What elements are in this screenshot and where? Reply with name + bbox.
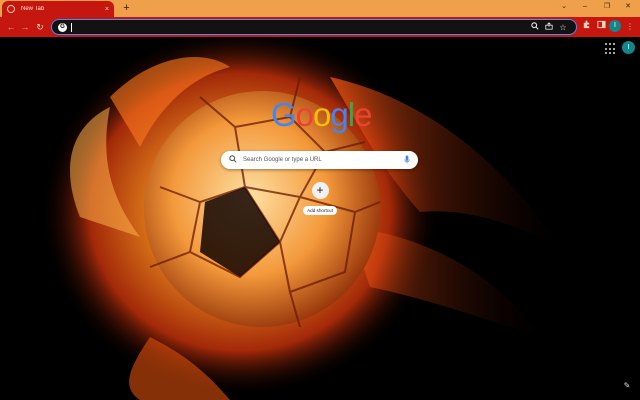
logo-letter: G	[271, 96, 297, 133]
new-tab-button[interactable]: +	[120, 2, 133, 15]
close-window-button[interactable]: ✕	[618, 0, 638, 14]
back-button[interactable]: ←	[4, 20, 18, 34]
search-icon	[229, 155, 237, 165]
tab-close-icon[interactable]: ×	[105, 6, 109, 13]
chrome-icon	[7, 5, 15, 13]
toolbar: ← → ↻ G ☆ I ⋮	[0, 17, 640, 37]
side-panel-icon[interactable]	[594, 20, 608, 34]
profile-avatar[interactable]: I	[609, 20, 621, 32]
account-avatar[interactable]: I	[622, 41, 635, 54]
address-bar[interactable]: G ☆	[51, 19, 577, 35]
address-input[interactable]	[72, 23, 528, 31]
zoom-icon[interactable]	[528, 22, 542, 32]
reload-button[interactable]: ↻	[33, 20, 47, 34]
minimize-button[interactable]: –	[575, 0, 595, 14]
google-g-icon: G	[58, 22, 67, 32]
new-tab-page: I Google Search Google or type a URL + A…	[0, 37, 640, 400]
flaming-soccer-ball-background	[40, 37, 560, 400]
restore-button[interactable]: ❐	[597, 0, 617, 14]
logo-letter: o	[313, 96, 331, 133]
forward-button[interactable]: →	[18, 20, 32, 34]
bookmark-star-icon[interactable]: ☆	[556, 23, 570, 32]
chrome-menu-icon[interactable]: ⋮	[623, 20, 637, 34]
tab-title: New Tab	[21, 6, 45, 12]
share-icon[interactable]	[542, 22, 556, 32]
google-apps-icon[interactable]	[605, 43, 617, 55]
add-shortcut-icon[interactable]: +	[311, 182, 329, 199]
voice-search-icon[interactable]	[404, 154, 410, 166]
search-placeholder: Search Google or type a URL	[243, 157, 322, 163]
logo-letter: o	[295, 96, 314, 133]
logo-letter: g	[330, 96, 348, 133]
tab-search-chevron-icon[interactable]: ⌄	[554, 0, 574, 14]
add-shortcut-tile[interactable]: + Add shortcut	[301, 182, 339, 218]
tab-strip: New Tab × + ⌄ – ❐ ✕	[0, 0, 640, 17]
google-logo: Google	[271, 95, 372, 135]
tab-new-tab[interactable]: New Tab ×	[2, 1, 114, 17]
logo-letter: e	[354, 96, 372, 133]
customize-pencil-icon[interactable]: ✎	[622, 381, 632, 391]
ntp-search-box[interactable]: Search Google or type a URL	[221, 151, 418, 169]
extensions-icon[interactable]	[579, 20, 593, 34]
add-shortcut-label: Add shortcut	[303, 206, 337, 215]
